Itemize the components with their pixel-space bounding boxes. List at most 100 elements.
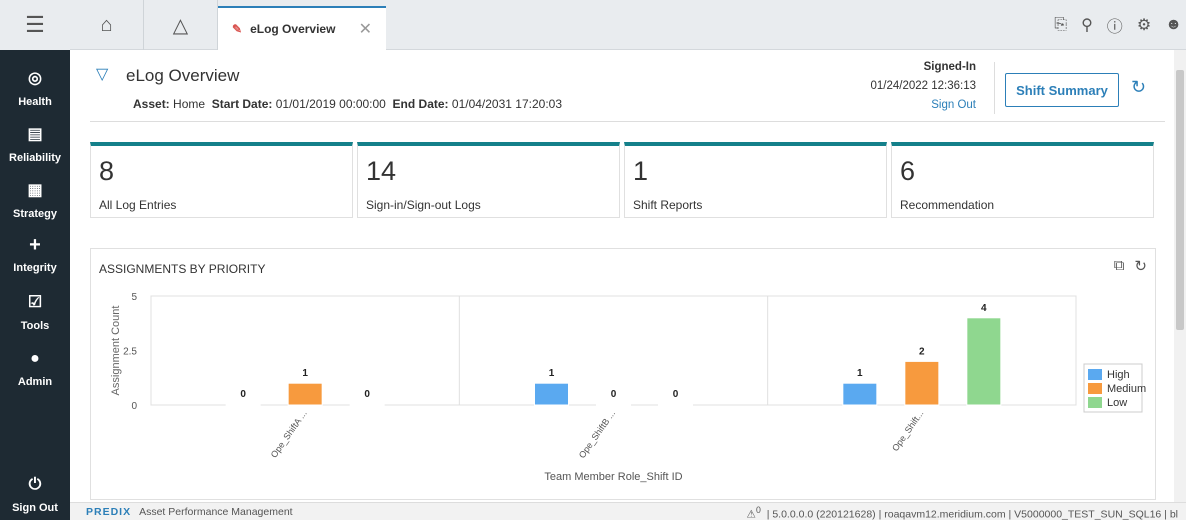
card-label: All Log Entries [99, 198, 177, 212]
assignments-panel: ASSIGNMENTS BY PRIORITY ⧉ ↻ 0 2.5 5 Assignm… [90, 248, 1156, 500]
refresh-icon[interactable]: ↻ [1134, 257, 1147, 275]
sidebar-item-admin[interactable]: ● Admin [0, 350, 70, 388]
checkbox-icon: ☑ [27, 294, 43, 311]
bar [287, 382, 323, 406]
y-axis-label: Assignment Count [110, 306, 122, 396]
help-icon[interactable]: ⓘ [1107, 13, 1123, 37]
category-label: Ope_ShiftB ... [577, 408, 617, 460]
legend-swatch [1088, 369, 1102, 380]
home-icon: ⌂ [100, 13, 113, 36]
scrollbar-thumb[interactable] [1176, 70, 1184, 330]
bar-value-label: 2 [919, 346, 925, 357]
page-title: eLog Overview [126, 66, 240, 85]
gear-icon[interactable]: ⚙ [1137, 15, 1151, 35]
card-recommendation[interactable]: 6 Recommendation [891, 142, 1154, 218]
panel-icons: ⧉ ↻ [1114, 257, 1147, 275]
alert-count: 0 [755, 505, 761, 515]
home-tab[interactable]: ⌂ [70, 0, 144, 50]
clipboard-icon[interactable]: ⎘ [1054, 16, 1067, 34]
card-value: 6 [900, 156, 916, 186]
divider [994, 62, 995, 114]
sidebar-item-label: Admin [17, 376, 53, 388]
close-icon[interactable]: ✕ [359, 19, 372, 39]
vertical-scrollbar[interactable] [1174, 50, 1186, 502]
bar [596, 403, 631, 406]
sidebar-item-health[interactable]: ◎ Health [0, 70, 70, 108]
triangle-tab[interactable]: △ [144, 0, 218, 50]
brand-label: PREDIX [86, 505, 132, 518]
external-link-icon[interactable]: ⧉ [1114, 257, 1125, 275]
bar [658, 403, 693, 406]
hamburger-menu-button[interactable]: ☰ [0, 0, 70, 50]
search-icon[interactable]: ⚲ [1081, 15, 1093, 35]
hamburger-icon: ☰ [25, 12, 45, 37]
footer-info: ⚠0 | 5.0.0.0.0 (220121628) | roaqavm12.m… [747, 505, 1178, 521]
list-icon: ▦ [27, 182, 43, 199]
page-header: ▽ eLog Overview Asset: Home Start Date: … [90, 50, 1165, 122]
sidebar-item-strategy[interactable]: ▦ Strategy [0, 182, 70, 220]
refresh-icon[interactable]: ↻ [1131, 77, 1146, 98]
legend-label: Medium [1107, 383, 1146, 395]
page-meta: Asset: Home Start Date: 01/01/2019 00:00… [133, 97, 562, 111]
bar [534, 382, 569, 406]
legend-swatch [1088, 397, 1102, 408]
bar-value-label: 0 [240, 389, 246, 400]
y-tick-label: 2.5 [123, 347, 137, 358]
tab-elog-overview[interactable]: ✎ eLog Overview ✕ [218, 6, 386, 50]
x-axis-label: Team Member Role_Shift ID [544, 471, 682, 483]
card-all-log-entries[interactable]: 8 All Log Entries [90, 142, 353, 218]
signed-in-time: 01/24/2022 12:36:13 [870, 80, 976, 92]
signed-in-title: Signed-In [923, 61, 976, 73]
card-shift-reports[interactable]: 1 Shift Reports [624, 142, 887, 218]
bar-value-label: 0 [611, 389, 617, 400]
legend-label: Low [1107, 397, 1127, 409]
sidebar-item-label: Tools [20, 320, 50, 332]
assignments-chart: 0 2.5 5 Assignment Count 0 1 0 Ope_ShiftA ... 1 0… [110, 292, 1146, 483]
y-tick-label: 0 [131, 401, 137, 412]
bar [842, 382, 878, 406]
filter-icon[interactable]: ▽ [96, 64, 108, 84]
card-value: 1 [633, 156, 649, 186]
document-icon: ▤ [27, 126, 43, 143]
product-label: Asset Performance Management [139, 505, 293, 518]
plus-icon: + [29, 234, 41, 256]
footer: PREDIX Asset Performance Management ⚠0 |… [70, 502, 1186, 521]
edit-icon: ✎ [232, 22, 243, 36]
bar-value-label: 0 [673, 389, 679, 400]
sidebar-signout-label: Sign Out [12, 502, 58, 514]
panel-title: ASSIGNMENTS BY PRIORITY [99, 262, 266, 276]
asset-value: Home [173, 97, 206, 111]
pyramid-icon: △ [172, 14, 189, 37]
category-label: Ope_ShiftA ... [269, 408, 309, 459]
end-date-label: End Date: [392, 97, 449, 111]
target-icon: ◎ [28, 70, 42, 87]
sidebar-item-label: Reliability [9, 152, 61, 164]
sidebar-signout[interactable]: ⏻ Sign Out [0, 476, 70, 514]
sidebar-item-label: Health [18, 96, 52, 108]
start-date-label: Start Date: [211, 97, 273, 111]
bar [349, 403, 385, 406]
bar-value-label: 0 [364, 389, 370, 400]
top-icons: ⎘ ⚲ ⓘ ⚙ ☻ [1054, 0, 1182, 50]
legend-swatch [1088, 383, 1102, 394]
card-value: 8 [99, 156, 115, 186]
user-icon[interactable]: ☻ [1165, 16, 1182, 34]
signin-info: Signed-In 01/24/2022 12:36:13 Sign Out [820, 58, 976, 115]
user-icon: ● [30, 350, 40, 367]
sidebar-item-tools[interactable]: ☑ Tools [0, 294, 70, 332]
main-content: ▽ eLog Overview Asset: Home Start Date: … [70, 50, 1174, 502]
bar-value-label: 4 [981, 303, 987, 314]
card-value: 14 [366, 156, 397, 186]
warning-icon[interactable]: ⚠ [747, 509, 756, 521]
sidebar-item-integrity[interactable]: + Integrity [0, 234, 70, 274]
end-date-value: 01/04/2031 17:20:03 [451, 97, 562, 111]
bar-value-label: 1 [857, 368, 863, 379]
asset-label: Asset: [133, 97, 170, 111]
sign-out-link[interactable]: Sign Out [931, 99, 976, 111]
shift-summary-button[interactable]: Shift Summary [1005, 73, 1119, 107]
sidebar-item-label: Strategy [12, 208, 58, 220]
sidebar-item-label: Integrity [13, 262, 57, 274]
y-tick-label: 5 [131, 292, 137, 303]
card-signin-signout-logs[interactable]: 14 Sign-in/Sign-out Logs [357, 142, 620, 218]
sidebar-item-reliability[interactable]: ▤ Reliability [0, 126, 70, 164]
